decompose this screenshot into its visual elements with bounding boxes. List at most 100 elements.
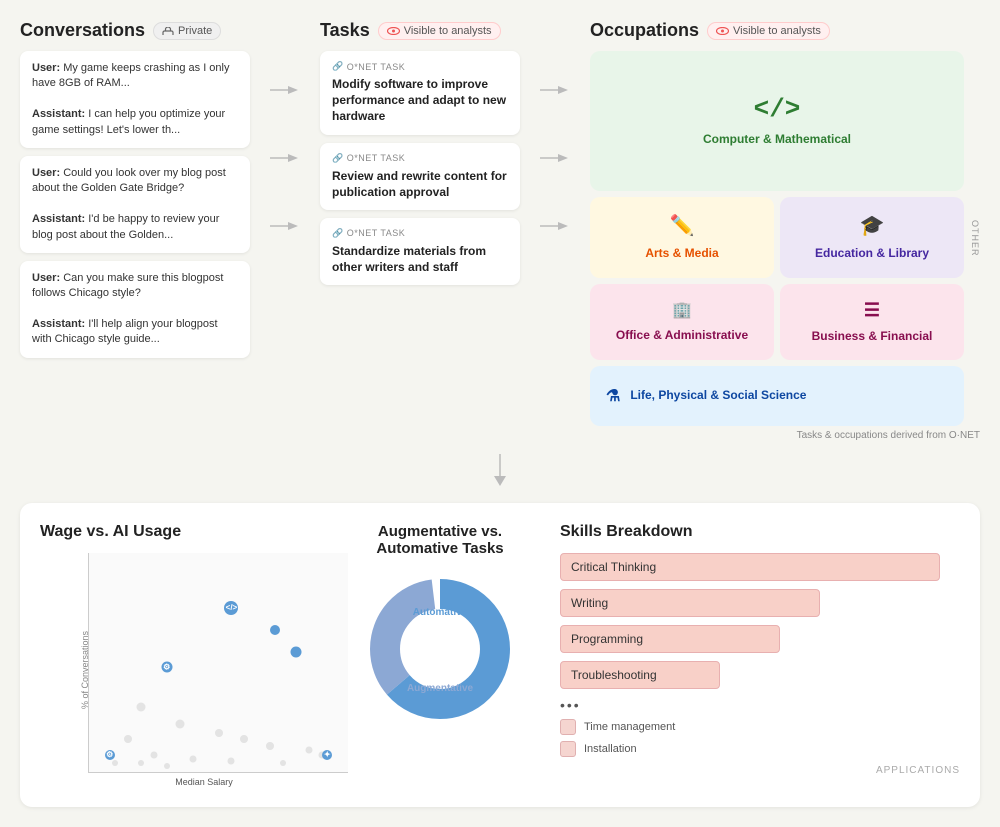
computer-icon: </> [754, 94, 801, 124]
task-onet-label-2: 🔗 O*NET TASK [332, 153, 508, 164]
arts-label: Arts & Media [645, 246, 718, 262]
task-onet-label-1: 🔗 O*NET TASK [332, 61, 508, 72]
scatter-dot: ⚙ [105, 750, 115, 760]
right-arrow-icon-1 [270, 84, 300, 96]
scatter-dot [280, 760, 286, 766]
task-card-3: 🔗 O*NET TASK Standardize materials from … [320, 218, 520, 285]
skill-fill-writing: Writing [560, 589, 820, 617]
scatter-dot [138, 760, 144, 766]
tasks-badge: Visible to analysts [378, 22, 501, 40]
arrow-5 [540, 124, 570, 192]
occ-card-business[interactable]: ☰ Business & Financial [780, 284, 964, 361]
skill-label-writing: Writing [571, 596, 608, 610]
skill-fill-critical: Critical Thinking [560, 553, 940, 581]
skill-secondary-label-time: Time management [584, 721, 675, 733]
skill-bar-critical: Critical Thinking [560, 553, 960, 581]
skill-secondary-bar-install [560, 741, 576, 757]
occ-note: Tasks & occupations derived from O·NET [590, 430, 980, 441]
tasks-title: Tasks [320, 20, 370, 41]
arrow-2 [270, 124, 300, 192]
assistant-label-1: Assistant: [32, 108, 85, 120]
occ-card-office[interactable]: 🏢 Office & Administrative [590, 284, 774, 361]
conversation-card-2: User: Could you look over my blog post a… [20, 156, 250, 253]
conversations-title: Conversations [20, 20, 145, 41]
conversations-badge: Private [153, 22, 221, 40]
user-label-3: User: [32, 272, 60, 284]
eye-icon-2 [716, 27, 729, 35]
scatter-dot [112, 760, 118, 766]
scatter-dot [136, 702, 145, 711]
user-label-2: User: [32, 167, 60, 179]
occ-row-1: ✏️ Arts & Media 🎓 Education & Library [590, 197, 964, 278]
donut-svg: Automative Augmentative [360, 569, 520, 729]
task-text-3: Standardize materials from other writers… [332, 243, 508, 275]
donut-title: Augmentative vs. Automative Tasks [340, 523, 540, 557]
right-arrow-icon-6 [540, 220, 570, 232]
conversations-column: Conversations Private User: My game keep… [20, 20, 250, 366]
down-arrow-icon [490, 454, 510, 490]
skill-secondary-bar-time [560, 719, 576, 735]
scatter-dot: ✦ [322, 750, 332, 760]
scatter-dot [215, 729, 223, 737]
occ-card-education[interactable]: 🎓 Education & Library [780, 197, 964, 278]
computer-label: Computer & Mathematical [703, 132, 851, 148]
skill-secondary-label-install: Installation [584, 743, 637, 755]
education-label: Education & Library [815, 246, 929, 262]
arts-icon: ✏️ [670, 213, 695, 238]
scatter-dot [266, 742, 274, 750]
education-icon: 🎓 [860, 213, 885, 238]
skill-label-troubleshooting: Troubleshooting [571, 668, 657, 682]
user-text-3: Can you make sure this blogpost follows … [32, 272, 223, 299]
occupations-title: Occupations [590, 20, 699, 41]
task-card-1: 🔗 O*NET TASK Modify software to improve … [320, 51, 520, 135]
occ-row-2: 🏢 Office & Administrative ☰ Business & F… [590, 284, 964, 361]
skill-more-dots: ••• [560, 697, 960, 713]
office-icon: 🏢 [672, 300, 692, 320]
conversations-header: Conversations Private [20, 20, 250, 41]
skill-fill-programming: Programming [560, 625, 780, 653]
task-text-1: Modify software to improve performance a… [332, 76, 508, 125]
arrow-3 [270, 192, 300, 260]
main-container: Conversations Private User: My game keep… [0, 0, 1000, 827]
assistant-label-2: Assistant: [32, 213, 85, 225]
wage-chart-title: Wage vs. AI Usage [40, 523, 320, 541]
donut-chart: Automative Augmentative [360, 569, 520, 729]
skills-col: Skills Breakdown Critical Thinking Writi… [560, 523, 960, 787]
occupations-badge: Visible to analysts [707, 22, 830, 40]
top-section: Conversations Private User: My game keep… [20, 20, 980, 441]
conversation-card-1: User: My game keeps crashing as I only h… [20, 51, 250, 148]
task-onet-label-3: 🔗 O*NET TASK [332, 228, 508, 239]
scatter-dot [291, 646, 302, 657]
skill-secondary-time: Time management [560, 719, 960, 735]
occ-card-computer[interactable]: </> Computer & Mathematical [590, 51, 964, 191]
occ-grid-main: </> Computer & Mathematical ✏️ Arts & Me… [590, 51, 964, 426]
scatter-dot [270, 625, 280, 635]
user-label-1: User: [32, 62, 60, 74]
applications-label: APPLICATIONS [560, 765, 960, 776]
scatter-dot [306, 747, 313, 754]
skills-title: Skills Breakdown [560, 523, 960, 541]
wage-chart-wrapper: % of Conversations </>⚙⚙✦ Median Salary [40, 553, 320, 787]
x-axis-label: Median Salary [88, 777, 320, 787]
scatter-dot [175, 720, 184, 729]
occ-card-arts[interactable]: ✏️ Arts & Media [590, 197, 774, 278]
tasks-header: Tasks Visible to analysts [320, 20, 520, 41]
lifesci-icon: ⚗ [606, 386, 620, 406]
donut-chart-col: Augmentative vs. Automative Tasks Automa… [340, 523, 540, 787]
wage-chart-col: Wage vs. AI Usage % of Conversations </>… [40, 523, 320, 787]
business-icon: ☰ [864, 300, 880, 321]
scatter-dot [189, 756, 196, 763]
right-arrow-icon-3 [270, 220, 300, 232]
down-arrow-container [20, 457, 980, 487]
scatter-dot: </> [224, 601, 238, 615]
svg-text:Augmentative: Augmentative [407, 683, 474, 694]
occupations-column: Occupations Visible to analysts </> Comp… [590, 20, 980, 441]
eye-icon [387, 27, 400, 35]
scatter-plot: </>⚙⚙✦ [88, 553, 348, 773]
user-text-2: Could you look over my blog post about t… [32, 167, 226, 194]
scatter-dot [228, 758, 235, 765]
occ-card-lifesci[interactable]: ⚗ Life, Physical & Social Science [590, 366, 964, 426]
assistant-label-3: Assistant: [32, 318, 85, 330]
conversation-card-3: User: Can you make sure this blogpost fo… [20, 261, 250, 358]
right-arrow-icon-4 [540, 84, 570, 96]
